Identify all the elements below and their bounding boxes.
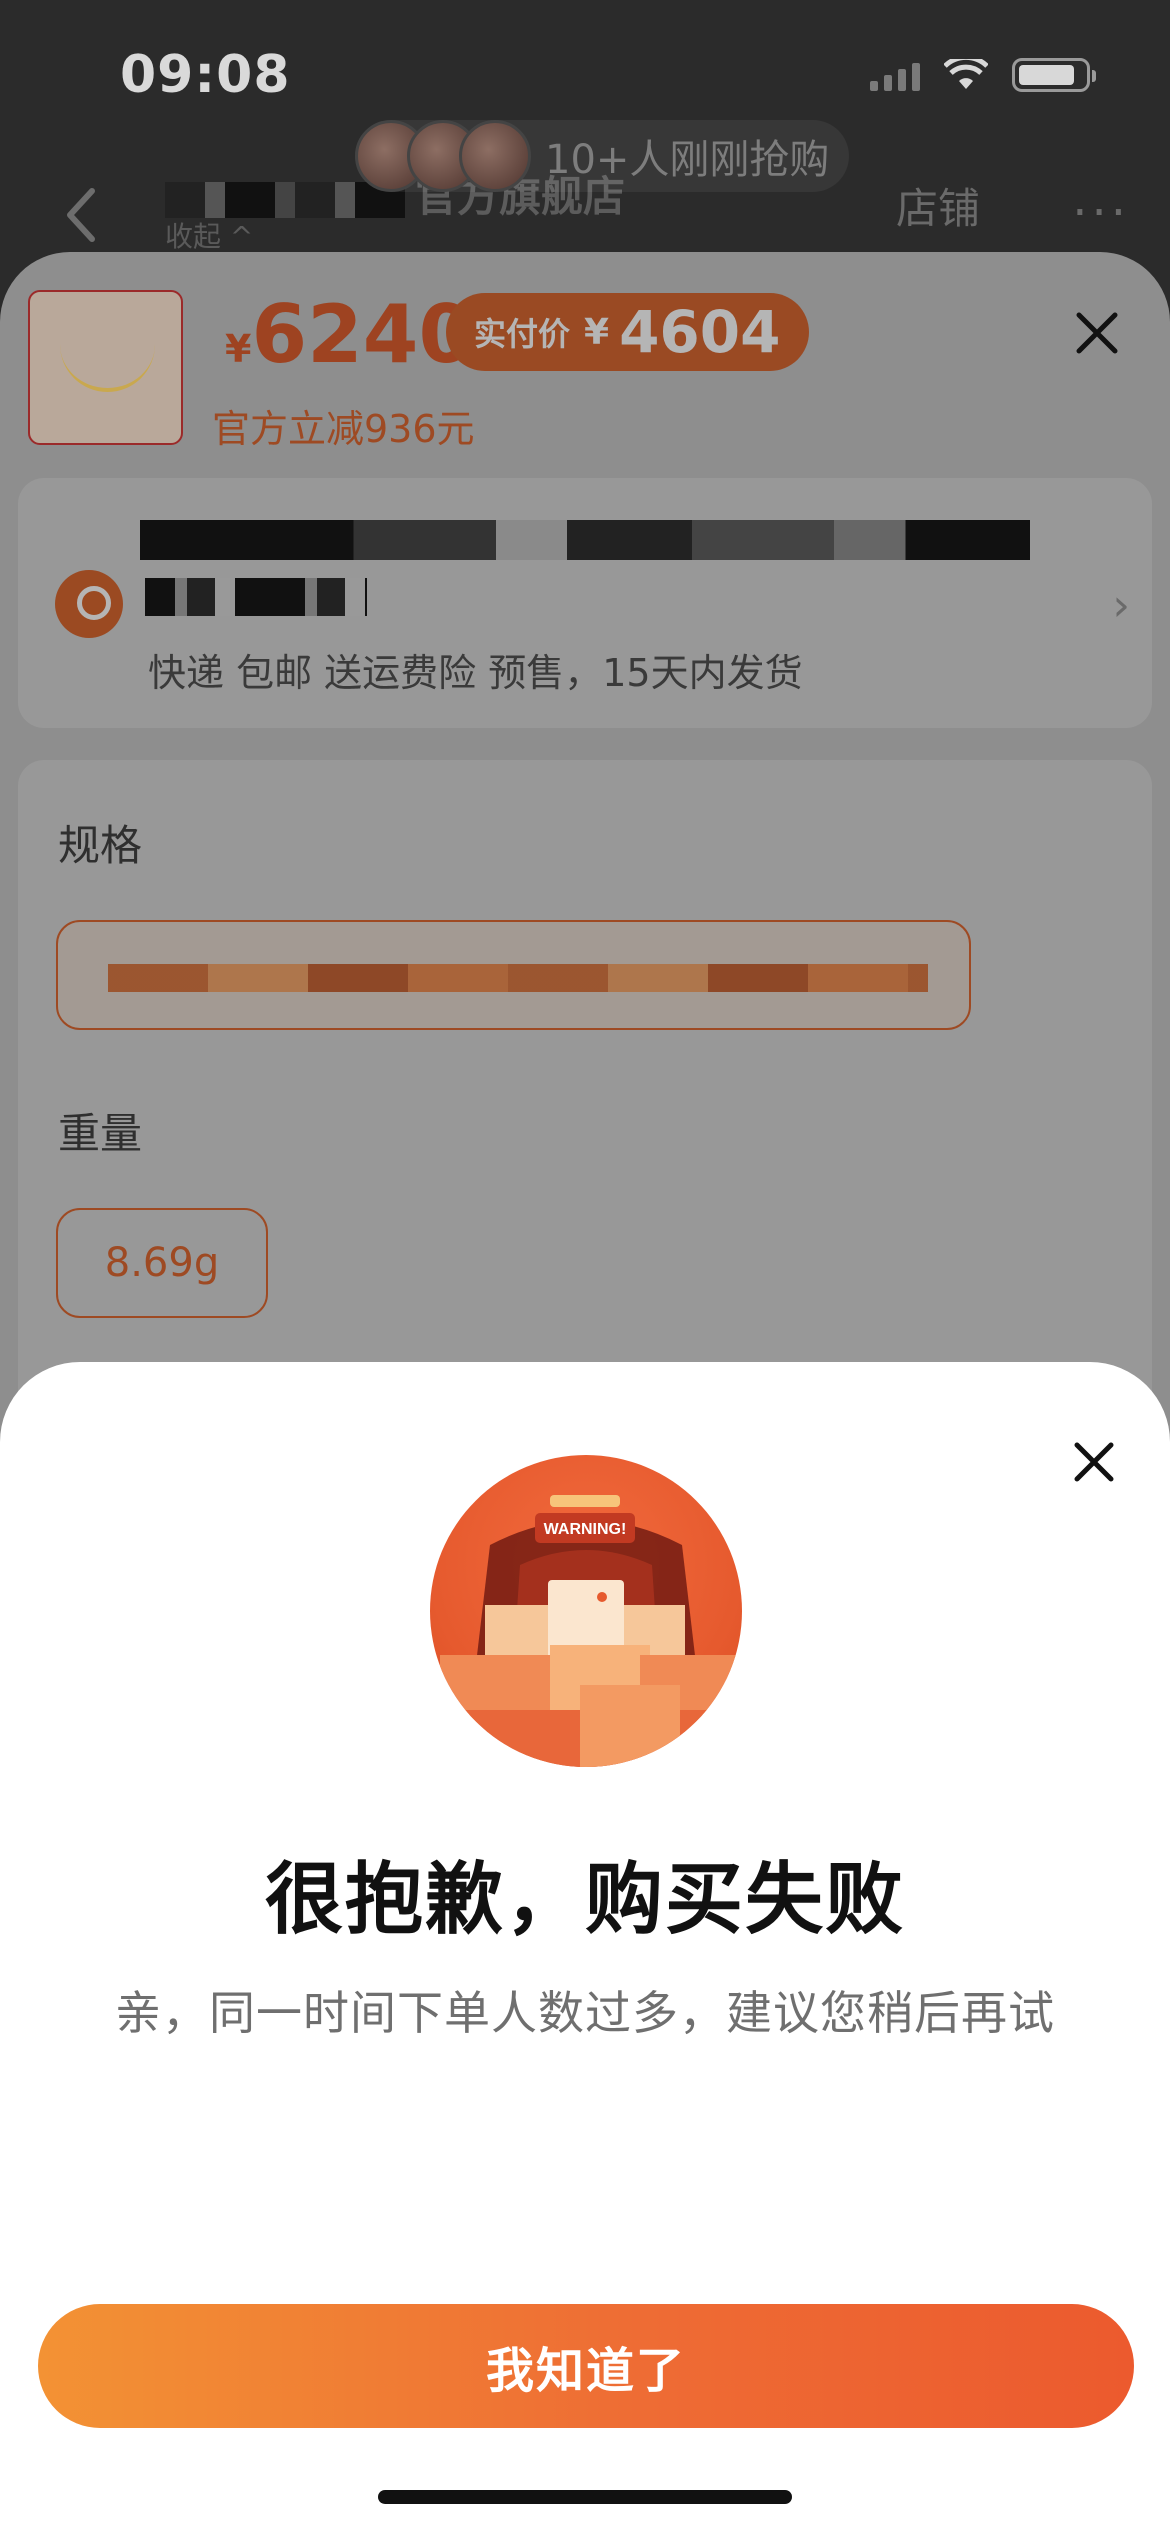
weight-title: 重量 xyxy=(58,1109,143,1158)
real-price-currency: ¥ xyxy=(584,311,610,353)
spec-option[interactable] xyxy=(56,920,971,1030)
necklace-image xyxy=(60,332,155,392)
cellular-signal-icon xyxy=(870,59,920,91)
purchase-failed-modal: WARNING! 很抱歉，购买失败 亲，同一时间下单人数过多，建议您稍后再试 我… xyxy=(0,1362,1170,2532)
status-icons xyxy=(870,58,1096,92)
status-time: 09:08 xyxy=(120,45,291,105)
battery-icon xyxy=(1012,58,1096,92)
product-thumbnail xyxy=(28,290,183,445)
avatar xyxy=(459,120,531,192)
redacted-address xyxy=(140,520,1030,560)
location-pin-icon xyxy=(55,570,123,638)
modal-title: 很抱歉，购买失败 xyxy=(264,1855,905,1945)
recent-buyers-text: 10+人刚刚抢购 xyxy=(545,137,830,183)
close-icon[interactable] xyxy=(1074,310,1120,356)
modal-description: 亲，同一时间下单人数过多，建议您稍后再试 xyxy=(115,1986,1055,2040)
status-bar: 09:08 xyxy=(0,0,1170,130)
original-price: ¥6240 xyxy=(225,288,474,381)
recent-buyers-banner: 10+人刚刚抢购 xyxy=(355,120,850,192)
real-price-value: 4604 xyxy=(619,298,781,366)
shop-link[interactable]: 店铺 xyxy=(896,175,980,236)
real-price-badge: 实付价 ¥ 4604 xyxy=(446,293,809,371)
acknowledge-button[interactable]: 我知道了 xyxy=(38,2304,1134,2428)
home-indicator[interactable] xyxy=(378,2490,792,2504)
collapse-toggle[interactable]: 收起 ^ xyxy=(165,215,253,255)
wifi-icon xyxy=(944,59,988,89)
redacted-recipient xyxy=(145,578,367,616)
more-menu-icon[interactable]: ··· xyxy=(1072,185,1130,241)
warning-illustration: WARNING! xyxy=(430,1455,742,1767)
buyer-avatars xyxy=(355,120,531,192)
price-currency: ¥ xyxy=(225,327,252,371)
chevron-right-icon[interactable]: › xyxy=(1112,580,1130,631)
close-icon[interactable] xyxy=(1072,1440,1116,1484)
discount-text: 官方立减936元 xyxy=(212,407,475,451)
warning-sign-text: WARNING! xyxy=(544,1521,627,1538)
price-value: 6240 xyxy=(251,288,475,381)
weight-option[interactable]: 8.69g xyxy=(56,1208,268,1318)
redacted-spec-name xyxy=(108,964,928,992)
back-arrow-icon[interactable] xyxy=(60,185,100,245)
shipping-info: 快递 包邮 送运费险 预售，15天内发货 xyxy=(148,651,803,695)
spec-title: 规格 xyxy=(58,821,143,870)
real-price-label: 实付价 xyxy=(474,315,571,353)
